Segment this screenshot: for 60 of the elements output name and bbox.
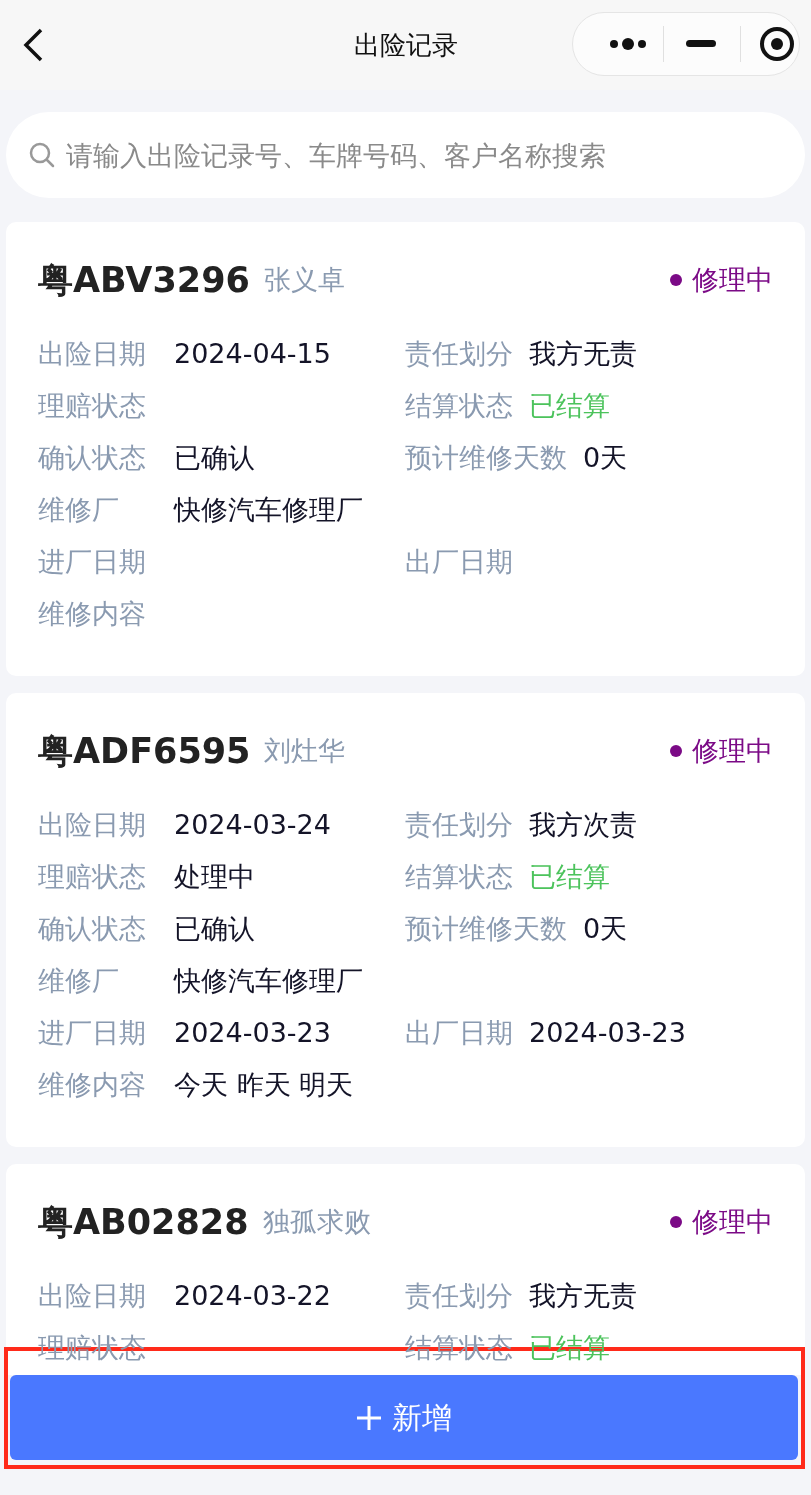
customer-name: 刘灶华 — [264, 733, 347, 768]
status-label: 修理中 — [692, 733, 773, 768]
field-label: 维修内容 — [38, 1067, 147, 1102]
field-value: 我方无责 — [529, 1278, 637, 1313]
status-label: 修理中 — [692, 262, 773, 297]
field-label: 确认状态 — [38, 911, 147, 946]
field-label: 结算状态 — [405, 859, 513, 894]
customer-name: 张义卓 — [263, 262, 346, 297]
field-label: 理赔状态 — [38, 859, 147, 894]
customer-name: 独孤求败 — [262, 1204, 372, 1239]
status-label: 修理中 — [692, 1204, 773, 1239]
field-value: 2024-03-23 — [174, 1015, 331, 1050]
field-value: 2024-04-15 — [174, 336, 331, 371]
record-card[interactable]: 粤ABV3296 张义卓 修理中 出险日期 2024-04-15 责任划分 我方无责 理赔状态 结算状态 已结算 确认状态 已确认 预计维修天数 0天 维修厂 快修汽车修理厂 进厂日期 出厂日期 维修内容 — [6, 222, 805, 676]
record-card[interactable]: 粤ADF6595 刘灶华 修理中 出险日期 2024-03-24 责任划分 我方次责 理赔状态 处理中 结算状态 已结算 确认状态 已确认 预计维修天数 0天 维修厂 快修汽车修理厂 进厂日期 2024-03-23 出厂日期 2024-03-23 维修内容 今天 昨天 明天 — [6, 693, 805, 1147]
more-icon[interactable] — [609, 36, 649, 52]
field-value: 我方次责 — [529, 807, 637, 842]
back-icon[interactable] — [22, 28, 44, 62]
field-label: 责任划分 — [405, 1278, 513, 1313]
close-icon[interactable] — [759, 26, 795, 62]
field-value: 已结算 — [529, 859, 610, 894]
plate-number: 粤ABV3296 — [38, 258, 250, 302]
search-field[interactable]: 请输入出险记录号、车牌号码、客户名称搜索 — [6, 112, 805, 198]
field-value: 已确认 — [174, 440, 255, 475]
field-value: 快修汽车修理厂 — [174, 963, 363, 998]
field-value: 处理中 — [174, 859, 255, 894]
field-label: 出厂日期 — [405, 544, 513, 579]
plate-number: 粤AB02828 — [38, 1200, 249, 1244]
field-value: 2024-03-24 — [174, 807, 331, 842]
field-label: 出险日期 — [38, 807, 147, 842]
field-value: 已结算 — [529, 388, 610, 423]
field-label: 理赔状态 — [38, 388, 147, 423]
field-label: 责任划分 — [405, 336, 513, 371]
field-label: 进厂日期 — [38, 1015, 147, 1050]
field-label: 维修厂 — [38, 492, 120, 527]
search-icon — [28, 141, 56, 169]
plate-number: 粤ADF6595 — [38, 729, 251, 773]
plus-icon — [356, 1404, 382, 1431]
field-label: 进厂日期 — [38, 544, 147, 579]
field-value: 我方无责 — [529, 336, 637, 371]
minimize-icon[interactable] — [686, 40, 716, 48]
field-label: 出险日期 — [38, 336, 147, 371]
page-title: 出险记录 — [353, 28, 458, 62]
field-value: 2024-03-23 — [529, 1015, 686, 1050]
field-label: 预计维修天数 — [405, 911, 567, 946]
field-value: 快修汽车修理厂 — [174, 492, 363, 527]
field-label: 确认状态 — [38, 440, 147, 475]
add-button[interactable]: 新增 — [10, 1375, 798, 1460]
field-label: 维修厂 — [38, 963, 120, 998]
field-label: 出厂日期 — [405, 1015, 513, 1050]
field-label: 维修内容 — [38, 596, 147, 631]
field-label: 预计维修天数 — [405, 440, 567, 475]
field-label: 结算状态 — [405, 388, 513, 423]
field-value: 已确认 — [174, 911, 255, 946]
field-value: 2024-03-22 — [174, 1278, 331, 1313]
field-value: 0天 — [583, 911, 628, 946]
field-label: 责任划分 — [405, 807, 513, 842]
field-label: 出险日期 — [38, 1278, 147, 1313]
field-value: 今天 昨天 明天 — [174, 1067, 354, 1102]
field-value: 0天 — [583, 440, 628, 475]
